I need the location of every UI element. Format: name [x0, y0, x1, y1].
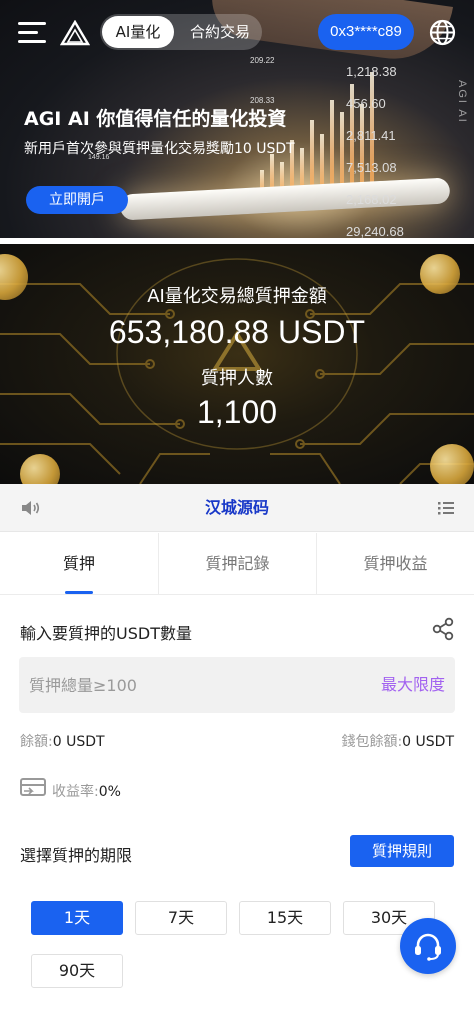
banner-subtitle: 新用戶首次參與質押量化交易獎勵10 USDT [24, 141, 295, 157]
notice-text: 汉城源码 [204, 498, 269, 517]
amount-field: 最大限度 [19, 657, 455, 713]
list-icon[interactable] [438, 501, 454, 515]
menu-icon[interactable] [18, 22, 46, 44]
mode-switch: AI量化 合約交易 [100, 14, 262, 50]
yield-rate-value: 0% [98, 784, 121, 800]
stake-rules-button[interactable]: 質押規則 [350, 835, 454, 867]
tab-stake-earnings[interactable]: 質押收益 [316, 533, 474, 595]
hero-number: 456.60 [346, 96, 386, 111]
stake-tabs: 質押 質押記錄 質押收益 [0, 533, 474, 595]
hero-number: 2,168.02 [346, 192, 397, 207]
hero-number: 1,218.38 [346, 64, 397, 79]
notice-bar: 汉城源码 [0, 484, 474, 532]
balance: 餘額:0 USDT [20, 731, 105, 751]
period-option-7d[interactable]: 7天 [135, 901, 227, 935]
balance-value: 0 USDT [52, 734, 105, 750]
banner-title: AGI AI 你值得信任的量化投資 [24, 108, 287, 130]
wallet-balance-label: 錢包餘額: [341, 734, 403, 750]
total-staked-value: 653,180.88 USDT [108, 314, 366, 350]
wallet-address-button[interactable]: 0x3****c89 [318, 14, 414, 50]
top-bar: AI量化 合約交易 0x3****c89 [0, 12, 474, 52]
period-option-1d[interactable]: 1天 [31, 901, 123, 935]
stake-amount-input[interactable] [29, 657, 359, 713]
hero-number: 209.22 [250, 56, 275, 65]
max-amount-button[interactable]: 最大限度 [381, 657, 445, 713]
share-icon[interactable] [431, 617, 455, 641]
tab-contract-trading[interactable]: 合約交易 [180, 16, 260, 48]
active-tab-indicator [65, 591, 93, 594]
wallet-balance: 錢包餘額:0 USDT [341, 731, 454, 751]
coin-graphic [430, 444, 474, 484]
wallet-balance-value: 0 USDT [402, 734, 454, 750]
tab-stake[interactable]: 質押 [0, 533, 158, 595]
hero-banner: 1,218.38 456.60 2,811.41 7,513.08 2,168.… [0, 0, 474, 238]
hero-number: 2,811.41 [346, 128, 396, 143]
hero-number: 29,240.68 [346, 224, 404, 238]
tab-stake-records[interactable]: 質押記錄 [158, 533, 316, 595]
yield-rate-icon [20, 778, 46, 796]
headset-icon [415, 933, 441, 961]
yield-rate: 收益率:0% [52, 781, 121, 801]
open-account-button[interactable]: 立即開戶 [26, 186, 128, 214]
logo-icon [60, 20, 90, 46]
amount-label: 輸入要質押的USDT數量 [20, 624, 192, 643]
yield-rate-label: 收益率: [52, 784, 99, 800]
staker-count-label: 質押人數 [201, 368, 273, 389]
period-label: 選擇質押的期限 [20, 846, 133, 865]
period-option-90d[interactable]: 90天 [31, 954, 123, 988]
globe-icon[interactable] [429, 19, 456, 46]
hero-number: 7,513.08 [346, 160, 397, 175]
stats-panel: AI量化交易總質押金額 653,180.88 USDT 質押人數 1,100 [0, 244, 474, 484]
period-option-15d[interactable]: 15天 [239, 901, 331, 935]
staker-count-value: 1,100 [196, 394, 278, 430]
total-staked-label: AI量化交易總質押金額 [147, 286, 327, 307]
customer-support-button[interactable] [400, 918, 456, 974]
balance-label: 餘額: [20, 734, 53, 750]
app-page: 1,218.38 456.60 2,811.41 7,513.08 2,168.… [0, 0, 474, 1024]
tab-ai-quant[interactable]: AI量化 [102, 16, 174, 48]
hero-side-text: AGI AI [456, 80, 468, 124]
